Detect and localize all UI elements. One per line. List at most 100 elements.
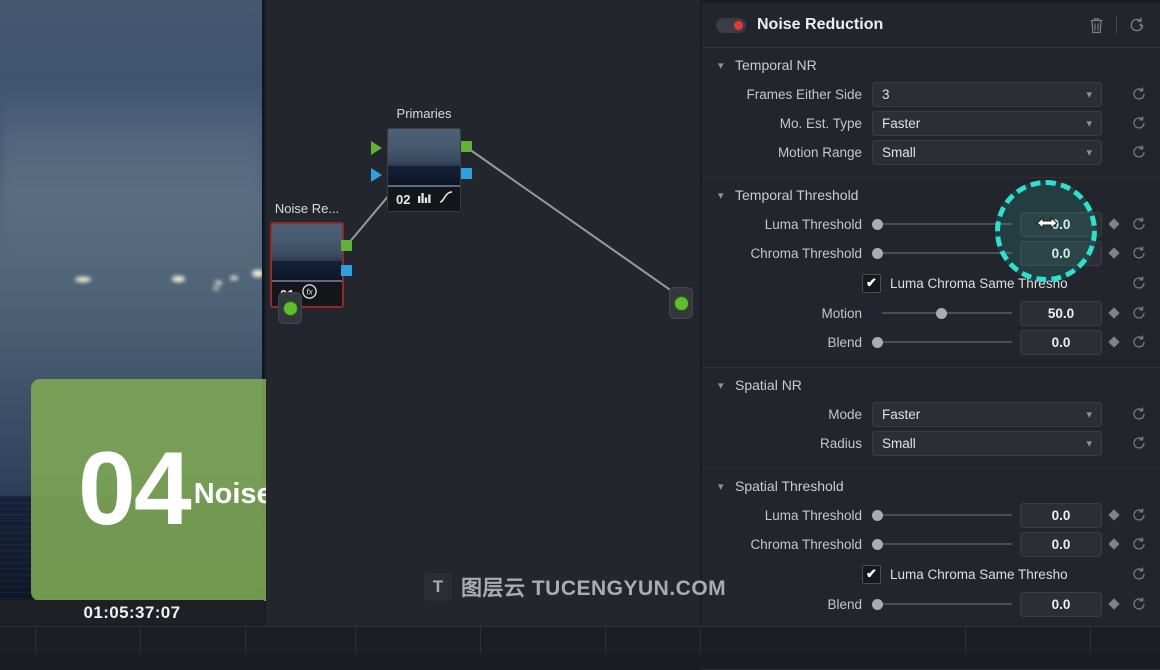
keyframe-diamond-icon[interactable] — [1108, 218, 1120, 230]
keyframe-button[interactable] — [1102, 307, 1126, 319]
reset-icon[interactable] — [1126, 406, 1152, 422]
keyframe-diamond-icon[interactable] — [1108, 307, 1120, 319]
chevron-down-icon[interactable]: ▾ — [1086, 88, 1092, 101]
reset-all-icon[interactable] — [1126, 14, 1148, 36]
checkbox-luma-chroma-same-threshold[interactable]: ✔ — [862, 273, 881, 293]
reset-icon[interactable] — [1126, 305, 1152, 321]
trash-icon[interactable] — [1085, 14, 1107, 36]
chevron-down-icon[interactable]: ▾ — [1086, 437, 1092, 450]
curve-icon — [439, 190, 453, 208]
keyframe-diamond-icon[interactable] — [1108, 247, 1120, 259]
slider-blend[interactable] — [872, 331, 1012, 354]
section-spatial-threshold: ▾ Spatial Threshold Luma Threshold 0.0 Chrom… — [702, 469, 1160, 630]
timecode: 01:05:37:07 — [83, 603, 181, 622]
shore-light — [75, 277, 91, 282]
watermark-badge: T — [424, 573, 452, 601]
keyframe-button[interactable] — [1102, 247, 1126, 259]
value-field-motion[interactable]: 50.0 — [1020, 300, 1102, 326]
slider-luma-threshold[interactable] — [872, 213, 1012, 236]
node-02-key-output-port[interactable] — [461, 168, 472, 179]
toolbar-divider — [140, 627, 141, 653]
chevron-down-icon[interactable]: ▾ — [718, 189, 728, 202]
slider-track — [882, 514, 1012, 516]
section-header[interactable]: ▾ Temporal Threshold — [702, 184, 1160, 208]
reset-icon[interactable] — [1126, 245, 1152, 261]
node-02-output-port[interactable] — [461, 141, 472, 152]
section-header[interactable]: ▾ Temporal NR — [702, 54, 1160, 78]
keyframe-diamond-icon[interactable] — [1108, 598, 1120, 610]
select-mode[interactable]: Faster ▾ — [872, 401, 1102, 427]
slider-handle[interactable] — [872, 538, 883, 550]
slider-track — [882, 543, 1012, 545]
node-01-output-port[interactable] — [341, 240, 352, 251]
reset-icon[interactable] — [1126, 216, 1152, 232]
node-graph[interactable]: Noise Re... 01 fx Primaries 02 — [266, 0, 700, 626]
chevron-down-icon[interactable]: ▾ — [1086, 146, 1092, 159]
reset-icon[interactable] — [1126, 435, 1152, 451]
chevron-down-icon[interactable]: ▾ — [718, 480, 728, 493]
reset-icon[interactable] — [1126, 334, 1152, 350]
control-row: Blend 0.0 — [702, 329, 1160, 355]
bottom-toolbar[interactable] — [0, 626, 1160, 653]
shore-light — [230, 276, 238, 280]
keyframe-button[interactable] — [1102, 598, 1126, 610]
checkbox-luma-chroma-same-threshold[interactable]: ✔ — [862, 564, 881, 584]
chevron-down-icon[interactable]: ▾ — [1086, 117, 1092, 130]
slider-handle[interactable] — [872, 509, 883, 521]
enable-effect-toggle[interactable] — [716, 17, 746, 33]
slider-handle[interactable] — [936, 307, 947, 319]
slider-luma-threshold[interactable] — [872, 504, 1012, 527]
keyframe-diamond-icon[interactable] — [1108, 509, 1120, 521]
select-mo-est-type[interactable]: Faster ▾ — [872, 110, 1102, 136]
select-frames-either-side[interactable]: 3 ▾ — [872, 81, 1102, 107]
section-spatial-nr: ▾ Spatial NR Mode Faster ▾ Radius Small ▾ — [702, 368, 1160, 469]
keyframe-button[interactable] — [1102, 538, 1126, 550]
output-node[interactable] — [669, 287, 693, 319]
reset-icon[interactable] — [1126, 536, 1152, 552]
section-temporal-threshold: ▾ Temporal Threshold Luma Threshold 0.0 Chro… — [702, 178, 1160, 368]
toolbar-divider — [605, 627, 606, 653]
chevron-down-icon[interactable]: ▾ — [718, 379, 728, 392]
reset-icon[interactable] — [1126, 566, 1152, 582]
keyframe-button[interactable] — [1102, 218, 1126, 230]
chevron-down-icon[interactable]: ▾ — [1086, 408, 1092, 421]
reset-icon[interactable] — [1126, 275, 1152, 291]
node-02-input-port[interactable] — [371, 141, 382, 155]
slider-motion[interactable] — [872, 302, 1012, 325]
value-field-blend[interactable]: 0.0 — [1020, 591, 1102, 617]
slider-handle[interactable] — [872, 247, 883, 259]
slider-handle[interactable] — [872, 218, 883, 230]
select-radius[interactable]: Small ▾ — [872, 430, 1102, 456]
value-field-luma-threshold[interactable]: 0.0 — [1020, 502, 1102, 528]
reset-icon[interactable] — [1126, 596, 1152, 612]
node-02-primaries[interactable]: Primaries 02 — [387, 106, 461, 212]
reset-icon[interactable] — [1126, 115, 1152, 131]
panel-body[interactable]: ▾ Temporal NR Frames Either Side 3 ▾ Mo. Est.… — [702, 48, 1160, 670]
slider-handle[interactable] — [872, 598, 883, 610]
keyframe-diamond-icon[interactable] — [1108, 538, 1120, 550]
slider-handle[interactable] — [872, 336, 883, 348]
node-02-key-input-port[interactable] — [371, 168, 382, 182]
node-01-key-port[interactable] — [341, 265, 352, 276]
source-node[interactable] — [278, 292, 302, 324]
reset-icon[interactable] — [1126, 507, 1152, 523]
section-header[interactable]: ▾ Spatial Threshold — [702, 475, 1160, 499]
reset-icon[interactable] — [1126, 86, 1152, 102]
noise-reduction-panel[interactable]: Noise Reduction ▾ Temporal NR Frames Eithe… — [702, 0, 1160, 670]
select-motion-range[interactable]: Small ▾ — [872, 139, 1102, 165]
slider-blend[interactable] — [872, 593, 1012, 616]
chevron-down-icon[interactable]: ▾ — [718, 59, 728, 72]
value-field-blend[interactable]: 0.0 — [1020, 329, 1102, 355]
reset-icon[interactable] — [1126, 144, 1152, 160]
control-label: Mo. Est. Type — [779, 115, 862, 131]
keyframe-button[interactable] — [1102, 509, 1126, 521]
keyframe-diamond-icon[interactable] — [1108, 336, 1120, 348]
slider-chroma-threshold[interactable] — [872, 533, 1012, 556]
slider-chroma-threshold[interactable] — [872, 242, 1012, 265]
value-field-chroma-threshold[interactable]: 0.0 — [1020, 531, 1102, 557]
control-row: Luma Threshold 0.0 — [702, 502, 1160, 528]
keyframe-button[interactable] — [1102, 336, 1126, 348]
section-header[interactable]: ▾ Spatial NR — [702, 374, 1160, 398]
slider-track — [882, 223, 1012, 225]
value-field-chroma-threshold[interactable]: 0.0 — [1020, 240, 1102, 266]
